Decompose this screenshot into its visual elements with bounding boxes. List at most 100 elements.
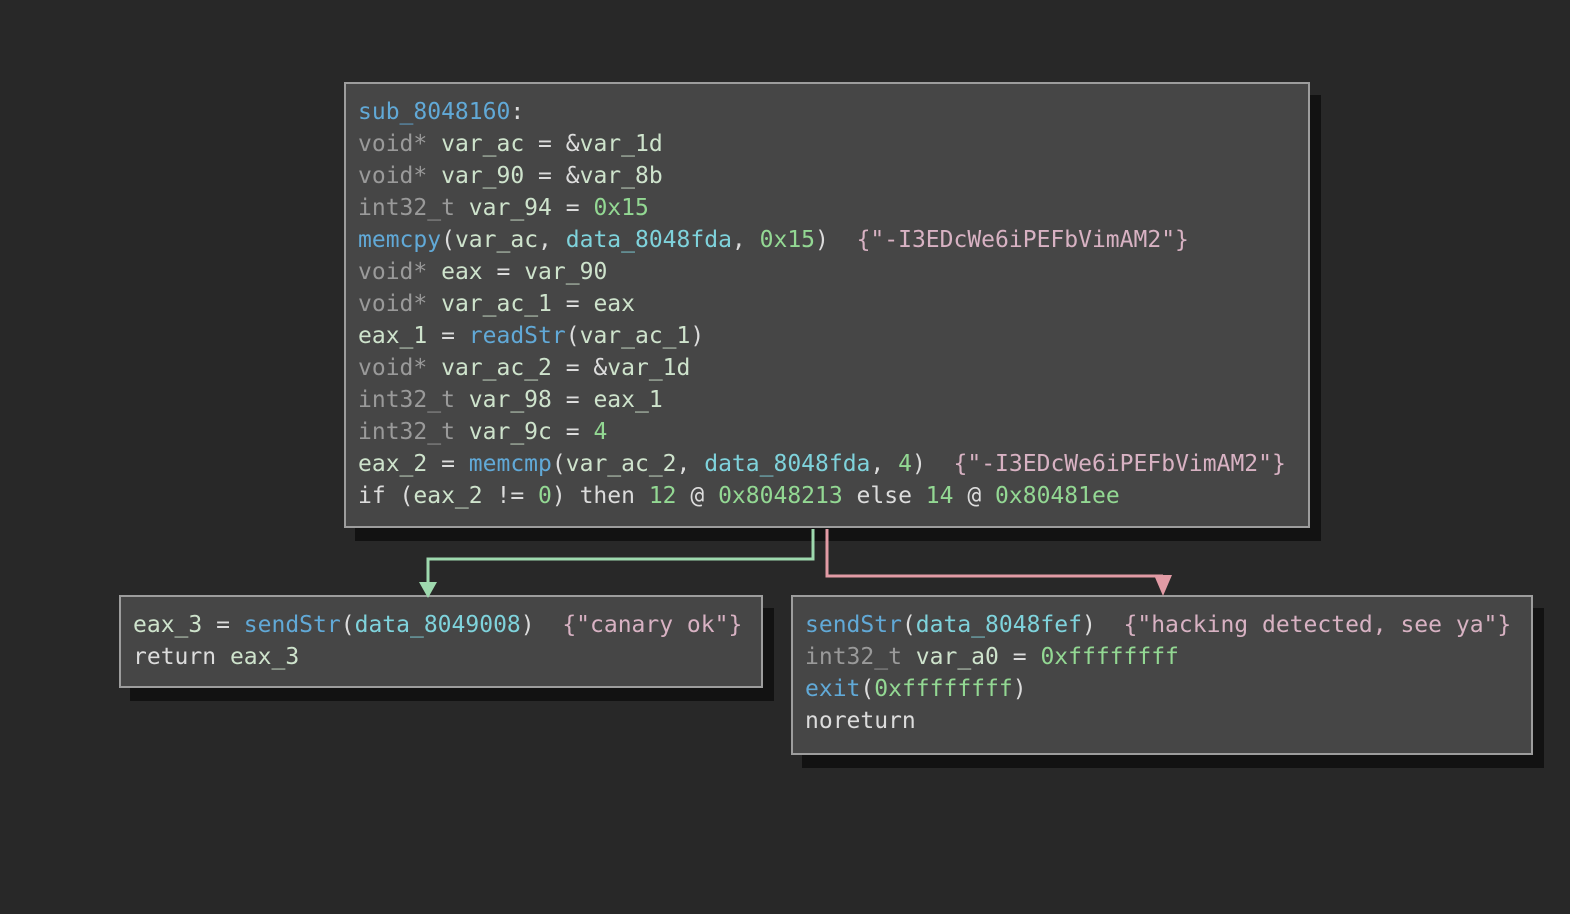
code-token-text[interactable]: ,	[677, 451, 705, 477]
code-token-text[interactable]: return	[133, 644, 230, 670]
basic-block-0x80481ee[interactable]: eax_3 = sendStr(data_8049008) {"canary o…	[119, 595, 763, 688]
code-line[interactable]: int32_t var_9c = 4	[358, 416, 1296, 448]
code-token-var[interactable]: eax_3	[230, 644, 299, 670]
code-token-type[interactable]: int32_t	[358, 419, 455, 445]
code-token-text[interactable]: :	[510, 99, 524, 125]
code-token-var[interactable]: eax	[593, 291, 635, 317]
code-token-num[interactable]: 0x80481ee	[995, 483, 1120, 509]
code-token-var[interactable]: var_1d	[580, 131, 663, 157]
code-token-var[interactable]: var_ac_2	[441, 355, 552, 381]
code-token-var[interactable]: eax_1	[593, 387, 662, 413]
code-token-type[interactable]: void*	[358, 355, 427, 381]
code-token-num[interactable]: 0	[538, 483, 552, 509]
code-token-text[interactable]: (	[341, 612, 355, 638]
code-token-var[interactable]: var_ac	[455, 227, 538, 253]
code-token-text[interactable]: =	[552, 291, 594, 317]
code-token-text[interactable]: else	[843, 483, 926, 509]
code-token-func[interactable]: sendStr	[244, 612, 341, 638]
code-token-text[interactable]: =	[999, 644, 1041, 670]
code-token-func[interactable]: sendStr	[805, 612, 902, 638]
code-token-var[interactable]: eax_3	[133, 612, 202, 638]
code-token-text[interactable]: !=	[483, 483, 538, 509]
code-token-var[interactable]: eax	[441, 259, 483, 285]
code-token-text[interactable]: =	[552, 419, 594, 445]
code-token-data[interactable]: data_8048fda	[704, 451, 870, 477]
code-token-text[interactable]	[427, 355, 441, 381]
code-token-var[interactable]: var_90	[441, 163, 524, 189]
code-line[interactable]: eax_2 = memcmp(var_ac_2, data_8048fda, 4…	[358, 448, 1296, 480]
code-token-var[interactable]: var_8b	[580, 163, 663, 189]
code-token-text[interactable]: )	[521, 612, 563, 638]
code-line[interactable]: return eax_3	[133, 641, 749, 673]
code-token-text[interactable]: ,	[538, 227, 566, 253]
code-token-text[interactable]: @	[954, 483, 996, 509]
code-token-type[interactable]: void*	[358, 291, 427, 317]
code-line[interactable]: if (eax_2 != 0) then 12 @ 0x8048213 else…	[358, 480, 1296, 512]
code-token-num[interactable]: 4	[898, 451, 912, 477]
code-token-num[interactable]: 12	[649, 483, 677, 509]
code-token-num[interactable]: 4	[593, 419, 607, 445]
code-token-text[interactable]: (	[902, 612, 916, 638]
code-token-text[interactable]	[427, 259, 441, 285]
code-token-var[interactable]: eax_2	[413, 483, 482, 509]
code-token-text[interactable]: =	[483, 259, 525, 285]
code-token-var[interactable]: var_ac	[441, 131, 524, 157]
code-line[interactable]: noreturn	[805, 705, 1519, 737]
code-token-func[interactable]: memcmp	[469, 451, 552, 477]
code-token-data[interactable]: data_8049008	[355, 612, 521, 638]
code-line[interactable]: void* var_ac_1 = eax	[358, 288, 1296, 320]
code-token-str[interactable]: {"hacking detected, see ya"}	[1124, 612, 1512, 638]
code-token-text[interactable]: =	[552, 195, 594, 221]
code-token-str[interactable]: {"-I3EDcWe6iPEFbVimAM2"}	[954, 451, 1286, 477]
code-token-var[interactable]: var_a0	[916, 644, 999, 670]
code-token-num[interactable]: 0xffffffff	[1040, 644, 1178, 670]
code-token-text[interactable]: )	[1013, 676, 1027, 702]
code-token-type[interactable]: void*	[358, 131, 427, 157]
code-token-func[interactable]: memcpy	[358, 227, 441, 253]
code-token-text[interactable]: (	[566, 323, 580, 349]
code-token-num[interactable]: 0x8048213	[718, 483, 843, 509]
code-token-num[interactable]: 14	[926, 483, 954, 509]
code-token-text[interactable]	[455, 195, 469, 221]
code-line[interactable]: void* eax = var_90	[358, 256, 1296, 288]
code-token-var[interactable]: var_90	[524, 259, 607, 285]
code-token-text[interactable]	[427, 163, 441, 189]
graph-canvas[interactable]: sub_8048160:void* var_ac = &var_1dvoid* …	[0, 0, 1570, 914]
code-token-text[interactable]: ) then	[552, 483, 649, 509]
code-token-var[interactable]: var_1d	[607, 355, 690, 381]
code-token-var[interactable]: eax_2	[358, 451, 427, 477]
code-token-num[interactable]: 0xffffffff	[874, 676, 1012, 702]
code-token-text[interactable]: )	[1082, 612, 1124, 638]
code-token-text[interactable]	[455, 387, 469, 413]
code-token-text[interactable]: =	[427, 451, 469, 477]
code-token-text[interactable]: noreturn	[805, 708, 916, 734]
code-token-data[interactable]: data_8048fef	[916, 612, 1082, 638]
code-token-text[interactable]: )	[815, 227, 857, 253]
code-token-type[interactable]: void*	[358, 163, 427, 189]
code-line[interactable]: sub_8048160:	[358, 96, 1296, 128]
code-token-var[interactable]: var_ac_2	[566, 451, 677, 477]
code-token-text[interactable]: =	[427, 323, 469, 349]
code-token-text[interactable]	[455, 419, 469, 445]
code-token-type[interactable]: int32_t	[358, 387, 455, 413]
basic-block-0x8048213[interactable]: sendStr(data_8048fef) {"hacking detected…	[791, 595, 1533, 755]
code-token-text[interactable]: = &	[552, 355, 607, 381]
code-token-text[interactable]: (	[441, 227, 455, 253]
code-token-var[interactable]: var_9c	[469, 419, 552, 445]
code-token-text[interactable]: ,	[870, 451, 898, 477]
code-token-var[interactable]: var_ac_1	[441, 291, 552, 317]
code-token-text[interactable]: =	[552, 387, 594, 413]
basic-block-sub_8048160[interactable]: sub_8048160:void* var_ac = &var_1dvoid* …	[344, 82, 1310, 528]
code-token-data[interactable]: data_8048fda	[566, 227, 732, 253]
code-line[interactable]: int32_t var_94 = 0x15	[358, 192, 1296, 224]
code-token-text[interactable]: =	[202, 612, 244, 638]
code-token-text[interactable]: = &	[524, 131, 579, 157]
code-token-text[interactable]: if (	[358, 483, 413, 509]
code-token-text[interactable]: )	[912, 451, 954, 477]
code-token-func[interactable]: exit	[805, 676, 860, 702]
code-token-var[interactable]: var_94	[469, 195, 552, 221]
code-line[interactable]: void* var_90 = &var_8b	[358, 160, 1296, 192]
code-token-var[interactable]: var_98	[469, 387, 552, 413]
code-token-text[interactable]	[427, 291, 441, 317]
code-token-type[interactable]: int32_t	[805, 644, 902, 670]
